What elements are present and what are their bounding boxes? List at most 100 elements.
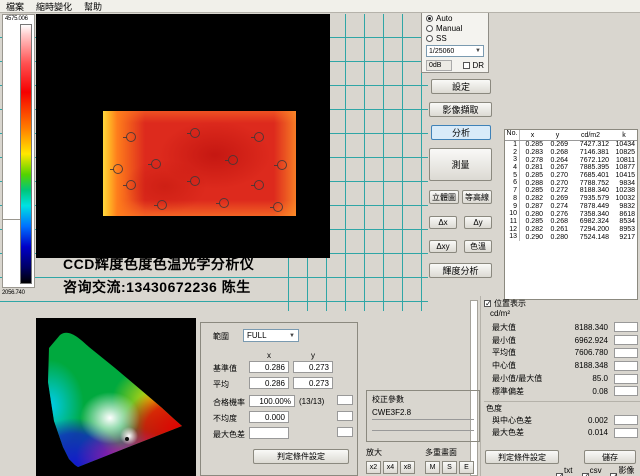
average-y-field: 0.273 bbox=[293, 377, 333, 389]
stat-row: 標準偏差0.08 bbox=[482, 385, 640, 398]
table-row[interactable]: 60.2880.2707788.7529834 bbox=[505, 179, 637, 187]
magnify-label: 放大 bbox=[366, 447, 417, 458]
measure-point-2[interactable] bbox=[190, 128, 200, 138]
scale-min-value: 2056.740 bbox=[2, 290, 25, 296]
stat-row: 中心值8188.348 bbox=[482, 359, 640, 372]
stat-value: 8188.348 bbox=[564, 361, 614, 370]
measure-point-3[interactable] bbox=[254, 132, 264, 142]
measure-point-1[interactable] bbox=[126, 132, 136, 142]
stat-label: 標準偏差 bbox=[492, 386, 564, 397]
delta-y-button[interactable]: Δy bbox=[464, 216, 492, 229]
checkbox-icon bbox=[484, 300, 491, 307]
measure-point-13[interactable] bbox=[113, 164, 123, 174]
judge-condition-button-center[interactable]: 判定條件設定 bbox=[253, 449, 349, 464]
magnify-x4-button[interactable]: x4 bbox=[383, 461, 398, 474]
capture-button[interactable]: 影像擷取 bbox=[429, 102, 492, 117]
dr-checkbox[interactable]: DR bbox=[463, 61, 484, 70]
checkbox-icon bbox=[582, 473, 589, 476]
table-row[interactable]: 130.2900.2807524.1489217 bbox=[505, 233, 637, 241]
table-row[interactable]: 100.2800.2767358.3408618 bbox=[505, 210, 637, 218]
radio-manual[interactable]: Manual bbox=[426, 23, 484, 33]
measure-point-12[interactable] bbox=[273, 202, 283, 212]
magnify-x2-button[interactable]: x2 bbox=[366, 461, 381, 474]
stat-value: 0.002 bbox=[564, 416, 614, 425]
menu-file[interactable]: 檔案 bbox=[6, 0, 24, 13]
measure-point-10[interactable] bbox=[157, 200, 167, 210]
table-row[interactable]: 80.2820.2697935.57910032 bbox=[505, 195, 637, 203]
measure-point-7[interactable] bbox=[126, 180, 136, 190]
cie-diagram[interactable] bbox=[36, 318, 196, 476]
settings-button[interactable]: 設定 bbox=[431, 79, 491, 94]
stat-label: 平均值 bbox=[492, 347, 564, 358]
table-row[interactable]: 10.2850.2697427.31210434 bbox=[505, 141, 637, 149]
measure-point-9[interactable] bbox=[254, 180, 264, 190]
measure-point-6[interactable] bbox=[277, 160, 287, 170]
table-row[interactable]: 90.2870.2747878.4499832 bbox=[505, 203, 637, 211]
heatmap[interactable] bbox=[103, 111, 296, 216]
stat-label: 最小值/最大值 bbox=[492, 373, 564, 384]
measure-point-8[interactable] bbox=[190, 176, 200, 186]
shutter-select[interactable]: 1/25060 ▼ bbox=[426, 45, 484, 57]
multiscreen-M-button[interactable]: M bbox=[425, 461, 440, 474]
table-row[interactable]: 110.2850.2686982.3248534 bbox=[505, 218, 637, 226]
pass-rate-value: 100.00% bbox=[249, 395, 295, 407]
judge-indicator bbox=[614, 374, 638, 384]
analyze-button[interactable]: 分析 bbox=[431, 125, 491, 140]
checkbox-icon bbox=[556, 473, 563, 476]
pass-rate-label: 合格機率 bbox=[213, 397, 245, 408]
judge-indicator bbox=[614, 361, 638, 371]
table-header: No. x y cd/m2 k bbox=[505, 130, 637, 141]
radio-auto[interactable]: Auto bbox=[426, 13, 484, 23]
menu-bar: 檔案縮時變化幫助 bbox=[0, 0, 640, 13]
judge-indicator bbox=[614, 335, 638, 345]
measure-point-5[interactable] bbox=[228, 155, 238, 165]
menu-help[interactable]: 幫助 bbox=[84, 0, 102, 13]
max-color-diff-value bbox=[249, 427, 289, 439]
file-checkboxes: txt檔csv檔影像檔 bbox=[556, 465, 640, 476]
reference-x-field[interactable]: 0.286 bbox=[249, 361, 289, 373]
judge-condition-button-right[interactable]: 判定條件設定 bbox=[485, 450, 559, 464]
calibration-label: 校正參數 bbox=[372, 394, 474, 405]
table-row[interactable]: 120.2820.2617294.2008953 bbox=[505, 226, 637, 234]
range-select[interactable]: FULL ▼ bbox=[243, 329, 299, 342]
table-row[interactable]: 20.2830.2687146.38110825 bbox=[505, 149, 637, 157]
gain-value: 0dB bbox=[426, 60, 452, 71]
uniformity-label: 不均度 bbox=[213, 413, 237, 424]
measure-point-4[interactable] bbox=[151, 159, 161, 169]
chroma-section-label: 色度 bbox=[482, 403, 640, 414]
plot3d-button[interactable]: 立體圖 bbox=[429, 190, 459, 204]
save-button[interactable]: 儲存 bbox=[584, 450, 636, 464]
checkbox-影像檔[interactable]: 影像檔 bbox=[610, 465, 640, 476]
reference-y-field[interactable]: 0.273 bbox=[293, 361, 333, 373]
radio-ss[interactable]: SS bbox=[426, 33, 484, 43]
checkbox-txt檔[interactable]: txt檔 bbox=[556, 465, 579, 476]
stat-row: 最大值8188.340 bbox=[482, 321, 640, 334]
color-temp-button[interactable]: 色溫 bbox=[464, 240, 492, 253]
table-row[interactable]: 40.2810.2677885.39510877 bbox=[505, 164, 637, 172]
stat-label: 最小值 bbox=[492, 335, 564, 346]
contour-button[interactable]: 等高線 bbox=[462, 190, 492, 204]
menu-timelapse[interactable]: 縮時變化 bbox=[36, 0, 72, 13]
watermark-line2: 咨询交流:13430672236 陈生 bbox=[63, 276, 254, 299]
delta-x-button[interactable]: Δx bbox=[429, 216, 457, 229]
average-x-field: 0.286 bbox=[249, 377, 289, 389]
position-display-checkbox[interactable]: 位置表示 bbox=[482, 297, 640, 309]
delta-xy-button[interactable]: Δxy bbox=[429, 240, 457, 253]
watermark-text: CCD辉度色度色温光学分析仪 咨询交流:13430672236 陈生 bbox=[63, 253, 254, 299]
measure-button[interactable]: 測量 bbox=[429, 148, 492, 181]
table-row[interactable]: 70.2850.2728188.34010238 bbox=[505, 187, 637, 195]
position-display-label: 位置表示 bbox=[494, 298, 526, 309]
table-row[interactable]: 50.2850.2707685.40110415 bbox=[505, 172, 637, 180]
cie-horseshoe bbox=[36, 318, 196, 476]
radio-icon bbox=[426, 25, 433, 32]
multiscreen-S-button[interactable]: S bbox=[442, 461, 457, 474]
multiscreen-E-button[interactable]: E bbox=[459, 461, 474, 474]
measurement-table-body: 10.2850.2697427.3121043420.2830.2687146.… bbox=[505, 141, 637, 241]
checkbox-csv檔[interactable]: csv檔 bbox=[582, 465, 608, 476]
measure-point-11[interactable] bbox=[219, 198, 229, 208]
stat-value: 8188.340 bbox=[564, 323, 614, 332]
table-row[interactable]: 30.2780.2647672.12010811 bbox=[505, 156, 637, 164]
magnify-x8-button[interactable]: x8 bbox=[400, 461, 415, 474]
luminance-analysis-button[interactable]: 輝度分析 bbox=[429, 263, 492, 278]
measurement-table: No. x y cd/m2 k 10.2850.2697427.31210434… bbox=[504, 129, 638, 300]
